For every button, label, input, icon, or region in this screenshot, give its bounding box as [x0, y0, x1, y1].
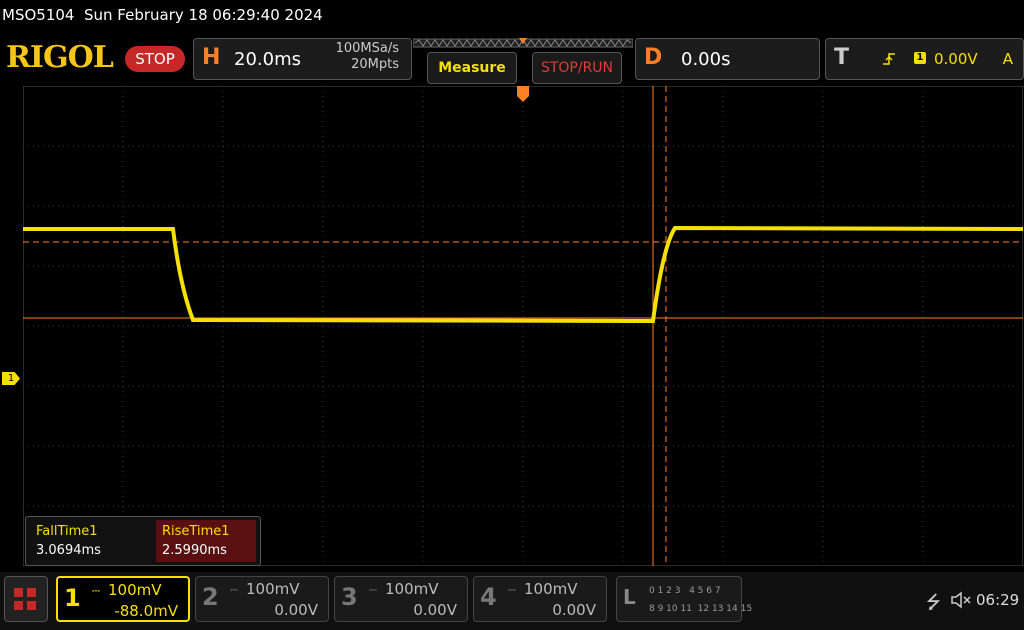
- fall-time-value: 3.0694ms: [36, 543, 101, 558]
- dc-coupling-icon: ⎓: [92, 586, 100, 597]
- channel-4-offset: 0.00V: [552, 601, 596, 619]
- channel-2-offset: 0.00V: [274, 601, 318, 619]
- channel-2-box[interactable]: 2 ⎓ 100mV 0.00V: [195, 576, 329, 622]
- datetime: Sun February 18 06:29:40 2024: [84, 6, 323, 24]
- measurement-panel[interactable]: FallTime1 3.0694ms RiseTime1 2.5990ms: [25, 516, 261, 566]
- trigger-source-badge: 1: [914, 52, 926, 64]
- channel-2-number: 2: [202, 583, 219, 611]
- trigger-panel[interactable]: T 1 0.00V A: [825, 38, 1024, 80]
- channel-2-scale: 100mV: [246, 580, 300, 598]
- channel-3-number: 3: [341, 583, 358, 611]
- logic-letter: L: [623, 585, 636, 609]
- waveform-display[interactable]: [23, 86, 1023, 566]
- grid-menu-icon: [14, 588, 36, 610]
- horizontal-letter: H: [202, 45, 221, 70]
- rise-time-measurement: RiseTime1 2.5990ms: [156, 520, 256, 562]
- rise-time-label: RiseTime1: [162, 524, 230, 539]
- model-name: MSO5104: [2, 6, 75, 24]
- rigol-logo: RIGOL: [6, 40, 114, 75]
- speaker-muted-icon[interactable]: [950, 590, 972, 610]
- channel-1-scale: 100mV: [108, 581, 162, 599]
- channel-1-number: 1: [64, 584, 81, 612]
- sample-rate: 100MSa/s: [335, 41, 399, 56]
- dc-coupling-icon: ⎓: [369, 585, 377, 596]
- delay-letter: D: [644, 45, 663, 70]
- logic-row-2: 8 9 10 11 12 13 14 15: [649, 604, 753, 614]
- trigger-level: 0.00V: [934, 50, 978, 68]
- trigger-position-bar[interactable]: [413, 38, 633, 48]
- timebase-value: 20.0ms: [234, 49, 301, 70]
- usb-icon: ⭍: [926, 592, 941, 613]
- trigger-mode: A: [1002, 50, 1013, 68]
- ch1-offset-marker[interactable]: 1: [2, 372, 20, 385]
- channel-3-box[interactable]: 3 ⎓ 100mV 0.00V: [334, 576, 468, 622]
- channel-3-scale: 100mV: [385, 580, 439, 598]
- rise-time-value: 2.5990ms: [162, 543, 227, 558]
- horizontal-panel[interactable]: H 20.0ms 100MSa/s 20Mpts: [193, 38, 412, 80]
- trigger-letter: T: [834, 45, 850, 70]
- logic-row-1: 0 1 2 3 4 5 6 7: [649, 586, 721, 596]
- fall-time-measurement: FallTime1 3.0694ms: [30, 520, 130, 562]
- dc-coupling-icon: ⎓: [508, 585, 516, 596]
- delay-value: 0.00s: [681, 49, 731, 70]
- status-time: 06:29: [976, 591, 1020, 609]
- channel-4-scale: 100mV: [524, 580, 578, 598]
- channel-4-number: 4: [480, 583, 497, 611]
- fall-time-label: FallTime1: [36, 524, 98, 539]
- channel-1-box[interactable]: 1 ⎓ 100mV -88.0mV: [56, 576, 190, 622]
- delay-panel[interactable]: D 0.00s: [635, 38, 820, 80]
- app-menu-button[interactable]: [4, 576, 48, 622]
- dc-coupling-icon: ⎓: [230, 585, 238, 596]
- measure-button[interactable]: Measure: [427, 52, 517, 84]
- channel-4-box[interactable]: 4 ⎓ 100mV 0.00V: [473, 576, 607, 622]
- memory-depth: 20Mpts: [351, 57, 399, 72]
- logic-channels-box[interactable]: L 0 1 2 3 4 5 6 7 8 9 10 11 12 13 14 15: [616, 576, 752, 622]
- title-line: MSO5104 Sun February 18 06:29:40 2024: [2, 6, 323, 24]
- stop-run-button[interactable]: STOP/RUN: [532, 52, 622, 84]
- rising-edge-icon: [883, 53, 895, 65]
- bottom-bar: 1 ⎓ 100mV -88.0mV 2 ⎓ 100mV 0.00V 3 ⎓ 10…: [0, 572, 1024, 630]
- channel-3-offset: 0.00V: [413, 601, 457, 619]
- channel-1-offset: -88.0mV: [114, 602, 178, 620]
- run-state-badge[interactable]: STOP: [125, 46, 185, 72]
